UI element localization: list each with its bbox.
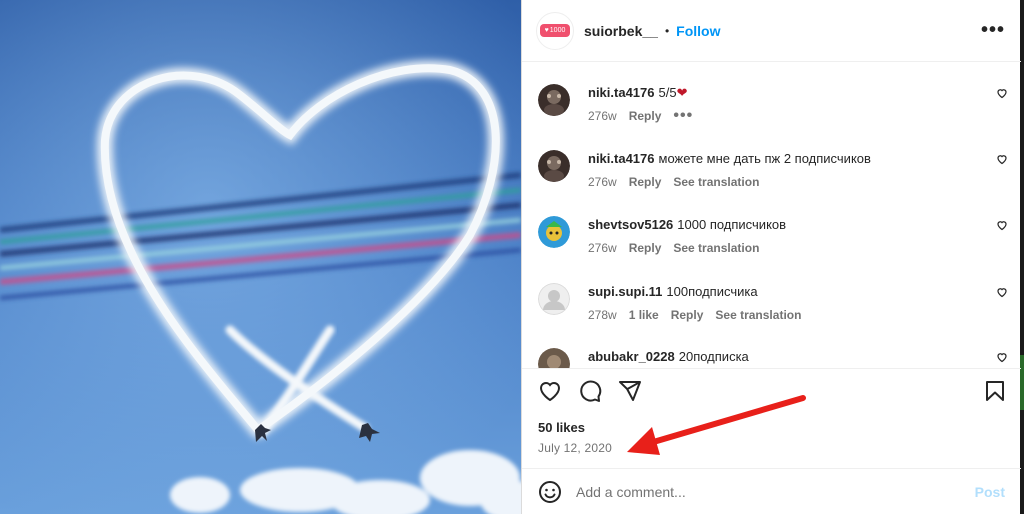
save-bookmark-icon[interactable] — [983, 379, 1007, 403]
emoji-icon[interactable] — [538, 480, 562, 504]
logo-badge: ♥ 1000 — [540, 24, 570, 37]
comment-text: 100подписчика — [666, 284, 758, 299]
comment-more-icon[interactable]: ••• — [673, 108, 693, 124]
comment-age[interactable]: 276w — [588, 109, 617, 123]
comment-avatar[interactable] — [538, 348, 570, 368]
separator-dot: • — [664, 23, 670, 38]
likes-count[interactable]: 50 likes — [538, 420, 585, 435]
comment-avatar[interactable] — [538, 150, 570, 182]
profile-avatar[interactable]: ♥ 1000 — [536, 11, 574, 50]
comment-like-icon[interactable] — [996, 351, 1008, 363]
comment-username[interactable]: niki.ta4176 — [588, 151, 655, 166]
see-translation-button[interactable]: See translation — [673, 175, 759, 189]
like-icon[interactable] — [538, 379, 562, 403]
reply-button[interactable]: Reply — [629, 241, 662, 255]
comment-input[interactable] — [576, 483, 956, 500]
logo-badge-text: 1000 — [549, 27, 566, 34]
comment-likes-count[interactable]: 1 like — [629, 308, 659, 322]
comment-like-icon[interactable] — [996, 153, 1008, 165]
comment-age[interactable]: 276w — [588, 175, 617, 189]
reply-button[interactable]: Reply — [629, 109, 662, 123]
more-options-icon[interactable]: ••• — [981, 20, 1005, 40]
comment-avatar[interactable] — [538, 84, 570, 116]
comment-text: можете мне дать пж 2 подписчиков — [658, 151, 871, 166]
reply-button[interactable]: Reply — [671, 308, 704, 322]
comment-username[interactable]: abubakr_0228 — [588, 349, 675, 364]
comment-avatar[interactable] — [538, 216, 570, 248]
comment-text: 1000 подписчиков — [677, 217, 787, 232]
post-side-panel: ♥ 1000 suiorbek__ • Follow ••• niki.ta41… — [521, 0, 1021, 514]
comment-like-icon[interactable] — [996, 219, 1008, 231]
comment-age[interactable]: 278w — [588, 308, 617, 322]
comment-username[interactable]: shevtsov5126 — [588, 217, 673, 232]
post-header: ♥ 1000 suiorbek__ • Follow ••• — [522, 0, 1021, 62]
post-comment-button[interactable]: Post — [975, 484, 1005, 500]
comment-like-icon[interactable] — [996, 286, 1008, 298]
comments-list[interactable]: niki.ta4176 5/5❤ 276w Reply ••• niki.ta41… — [522, 62, 1021, 368]
share-icon[interactable] — [618, 379, 642, 403]
see-translation-button[interactable]: See translation — [673, 241, 759, 255]
comment-text: 20подписка — [678, 349, 749, 364]
author-username[interactable]: suiorbek__ — [584, 23, 658, 39]
see-translation-button[interactable]: See translation — [715, 308, 801, 322]
post-date[interactable]: July 12, 2020 — [538, 441, 612, 455]
add-comment-bar: Post — [522, 468, 1021, 514]
comment-text: 5/5❤ — [658, 85, 688, 100]
comment-icon[interactable] — [578, 379, 602, 403]
comment-age[interactable]: 276w — [588, 241, 617, 255]
comment-username[interactable]: supi.supi.11 — [588, 284, 662, 299]
comment-username[interactable]: niki.ta4176 — [588, 85, 655, 100]
heart-icon: ♥ — [544, 27, 549, 34]
comment-like-icon[interactable] — [996, 87, 1008, 99]
comment-avatar[interactable] — [538, 283, 570, 315]
post-photo[interactable] — [0, 0, 521, 514]
post-actions — [522, 368, 1021, 412]
follow-button[interactable]: Follow — [676, 23, 720, 39]
reply-button[interactable]: Reply — [629, 175, 662, 189]
